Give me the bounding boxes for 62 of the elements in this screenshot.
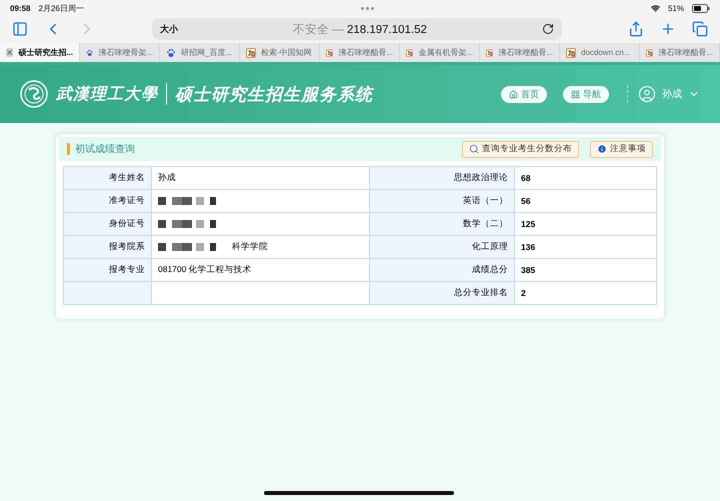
university-logo-text: 武漢理工大學 xyxy=(56,84,158,104)
card-title: 初试成绩查询 xyxy=(75,142,136,156)
field-value: 科学学院 xyxy=(232,241,268,253)
field-value: 081700 化学工程与技术 xyxy=(158,264,252,276)
label-cell: 报考专业 xyxy=(64,259,152,282)
grid-icon xyxy=(571,90,580,98)
label-cell: 准考证号 xyxy=(64,190,152,213)
battery-percent: 51% xyxy=(668,4,684,13)
browser-tab[interactable]: 沸石咪唑酯骨... xyxy=(480,43,560,62)
site-icon xyxy=(406,48,414,58)
label-cell: 身份证号 xyxy=(64,213,152,236)
site-icon xyxy=(646,48,654,58)
search-icon xyxy=(469,144,479,154)
field-value: 孙成 xyxy=(158,172,176,184)
browser-tab[interactable]: 沸石咪唑酯骨... xyxy=(320,43,400,62)
site-icon xyxy=(566,48,576,58)
site-icon xyxy=(326,48,334,58)
info-icon xyxy=(597,144,607,154)
score-cell: 56 xyxy=(515,190,657,213)
score-cell: 136 xyxy=(515,236,657,259)
reload-icon[interactable] xyxy=(542,23,554,35)
subject-cell: 化工原理 xyxy=(370,236,515,259)
system-title: 硕士研究生招生服务系统 xyxy=(175,84,373,106)
label-cell: 考生姓名 xyxy=(64,167,152,190)
more-icon[interactable] xyxy=(360,7,374,10)
nav-button[interactable]: 导航 xyxy=(563,86,609,102)
browser-tab[interactable]: 研招网_百度... xyxy=(160,43,240,62)
subject-cell: 总分专业排名 xyxy=(370,282,515,305)
share-icon[interactable] xyxy=(628,21,644,37)
browser-tab[interactable]: 金属有机骨架... xyxy=(400,43,480,62)
score-cell: 125 xyxy=(515,213,657,236)
score-cell: 68 xyxy=(515,167,657,190)
browser-tab[interactable]: 沸石咪唑骨架... xyxy=(80,43,160,62)
battery-icon xyxy=(692,4,710,13)
subject-cell: 英语（一） xyxy=(370,190,515,213)
site-icon xyxy=(486,48,494,58)
sidebar-icon[interactable] xyxy=(12,21,28,37)
paw-icon xyxy=(166,48,176,58)
label-cell: 报考院系 xyxy=(64,236,152,259)
status-date: 2月26日周一 xyxy=(38,3,84,14)
logo-icon xyxy=(20,80,48,108)
address-field[interactable]: 大小 不安全 — 218.197.101.52 xyxy=(152,18,562,40)
subject-cell: 数学（二） xyxy=(370,213,515,236)
nav-button[interactable]: 首页 xyxy=(501,86,547,102)
user-icon[interactable] xyxy=(638,85,656,103)
action-button[interactable]: 查询专业考生分数分布 xyxy=(462,140,579,158)
new-tab-icon[interactable] xyxy=(660,21,676,37)
site-icon xyxy=(246,48,256,58)
browser-tab[interactable]: docdown.cn... xyxy=(560,43,640,62)
subject-cell: 成绩总分 xyxy=(370,259,515,282)
score-cell: 385 xyxy=(515,259,657,282)
status-time: 09:58 xyxy=(10,4,30,13)
close-icon[interactable] xyxy=(6,48,14,57)
score-cell: 2 xyxy=(515,282,657,305)
browser-tab[interactable]: 检索-中国知网 xyxy=(240,43,320,62)
home-icon xyxy=(509,90,518,98)
subject-cell: 思想政治理论 xyxy=(370,167,515,190)
tabs-icon[interactable] xyxy=(692,21,708,37)
paw-icon xyxy=(86,48,94,58)
browser-tab[interactable]: 沸石咪唑酯骨... xyxy=(640,43,720,62)
wifi-icon xyxy=(650,4,660,13)
action-button[interactable]: 注意事项 xyxy=(590,140,653,158)
